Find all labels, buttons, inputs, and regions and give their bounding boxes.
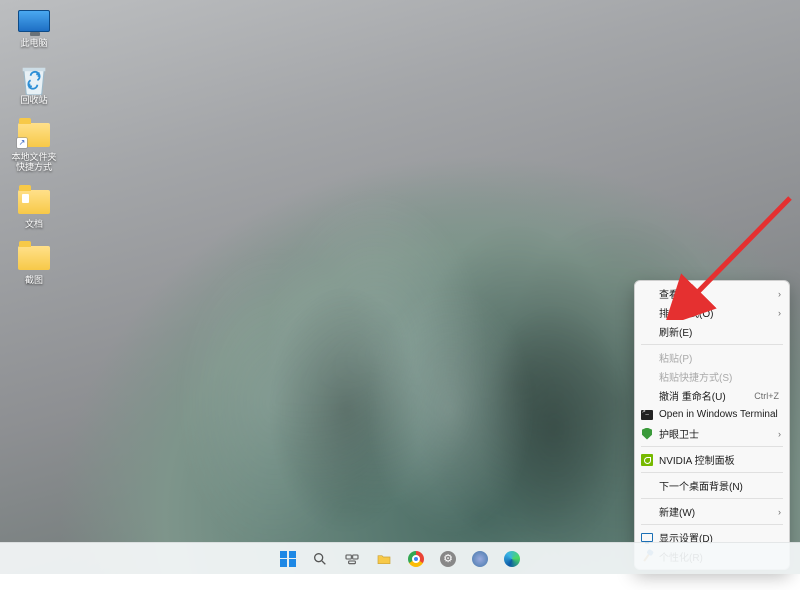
taskbar-search-button[interactable]: [307, 546, 333, 572]
menu-item-label: 刷新(E): [659, 324, 692, 339]
menu-item-new[interactable]: 新建(W) ›: [635, 502, 789, 521]
menu-item-label: 排序方式(O): [659, 305, 713, 320]
search-icon: [312, 551, 328, 567]
desktop-icon-this-pc[interactable]: 此电脑: [6, 4, 62, 49]
menu-item-label: NVIDIA 控制面板: [659, 452, 735, 467]
recycle-bin-icon: [17, 61, 51, 95]
icon-label: 回收站: [20, 96, 47, 106]
terminal-icon: [640, 408, 654, 422]
taskbar-app-button[interactable]: [467, 546, 493, 572]
desktop-icons-area: 此电脑 回收站 本地文件夹 快捷方式 文档 截图: [6, 4, 62, 286]
gear-icon: [440, 551, 456, 567]
start-button[interactable]: [275, 546, 301, 572]
taskbar-settings-button[interactable]: [435, 546, 461, 572]
menu-item-label: 撤消 重命名(U): [659, 388, 726, 403]
desktop-icon-folder-screenshots[interactable]: 截图: [6, 241, 62, 286]
menu-separator: [641, 524, 783, 525]
chevron-right-icon: ›: [778, 507, 781, 517]
desktop-context-menu: 查看(V) › 排序方式(O) › 刷新(E) 粘贴(P) 粘贴快捷方式(S) 撤消…: [634, 280, 790, 570]
menu-item-paste: 粘贴(P): [635, 348, 789, 367]
menu-item-undo-rename[interactable]: 撤消 重命名(U) Ctrl+Z: [635, 386, 789, 405]
chrome-icon: [408, 551, 424, 567]
taskbar-chrome-button[interactable]: [403, 546, 429, 572]
chevron-right-icon: ›: [778, 308, 781, 318]
menu-item-label: 下一个桌面背景(N): [659, 478, 743, 493]
menu-separator: [641, 344, 783, 345]
menu-separator: [641, 498, 783, 499]
folder-icon: [17, 118, 51, 152]
icon-label: 此电脑: [20, 39, 47, 49]
folder-icon: [376, 551, 392, 567]
icon-label: 本地文件夹 快捷方式: [11, 153, 56, 173]
taskbar-taskview-button[interactable]: [339, 546, 365, 572]
chevron-right-icon: ›: [778, 289, 781, 299]
icon-label: 截图: [25, 276, 43, 286]
monitor-icon: [17, 4, 51, 38]
menu-item-label: 新建(W): [659, 504, 695, 519]
menu-item-nvidia[interactable]: NVIDIA 控制面板: [635, 450, 789, 469]
edge-icon: [504, 551, 520, 567]
menu-item-open-terminal[interactable]: Open in Windows Terminal: [635, 405, 789, 424]
menu-separator: [641, 472, 783, 473]
menu-item-label: 粘贴快捷方式(S): [659, 369, 732, 384]
menu-item-next-wallpaper[interactable]: 下一个桌面背景(N): [635, 476, 789, 495]
chevron-right-icon: ›: [778, 429, 781, 439]
menu-item-paste-shortcut: 粘贴快捷方式(S): [635, 367, 789, 386]
menu-item-label: Open in Windows Terminal: [659, 409, 778, 420]
shield-icon: [640, 427, 654, 441]
taskbar-explorer-button[interactable]: [371, 546, 397, 572]
menu-item-view[interactable]: 查看(V) ›: [635, 284, 789, 303]
desktop-icon-folder-shortcut[interactable]: 本地文件夹 快捷方式: [6, 118, 62, 173]
menu-shortcut: Ctrl+Z: [754, 391, 779, 401]
folder-icon: [17, 241, 51, 275]
app-icon: [472, 551, 488, 567]
desktop-icon-recycle-bin[interactable]: 回收站: [6, 61, 62, 106]
menu-item-refresh[interactable]: 刷新(E): [635, 322, 789, 341]
menu-item-label: 粘贴(P): [659, 350, 692, 365]
folder-icon: [17, 185, 51, 219]
menu-item-eye-guard[interactable]: 护眼卫士 ›: [635, 424, 789, 443]
windows-logo-icon: [280, 551, 296, 567]
taskbar-edge-button[interactable]: [499, 546, 525, 572]
icon-label: 文档: [25, 220, 43, 230]
desktop-icon-folder-docs[interactable]: 文档: [6, 185, 62, 230]
taskbar: [0, 542, 800, 574]
menu-item-label: 查看(V): [659, 286, 692, 301]
taskview-icon: [344, 551, 360, 567]
nvidia-icon: [640, 453, 654, 467]
menu-separator: [641, 446, 783, 447]
menu-item-label: 护眼卫士: [659, 426, 699, 441]
menu-item-sort[interactable]: 排序方式(O) ›: [635, 303, 789, 322]
